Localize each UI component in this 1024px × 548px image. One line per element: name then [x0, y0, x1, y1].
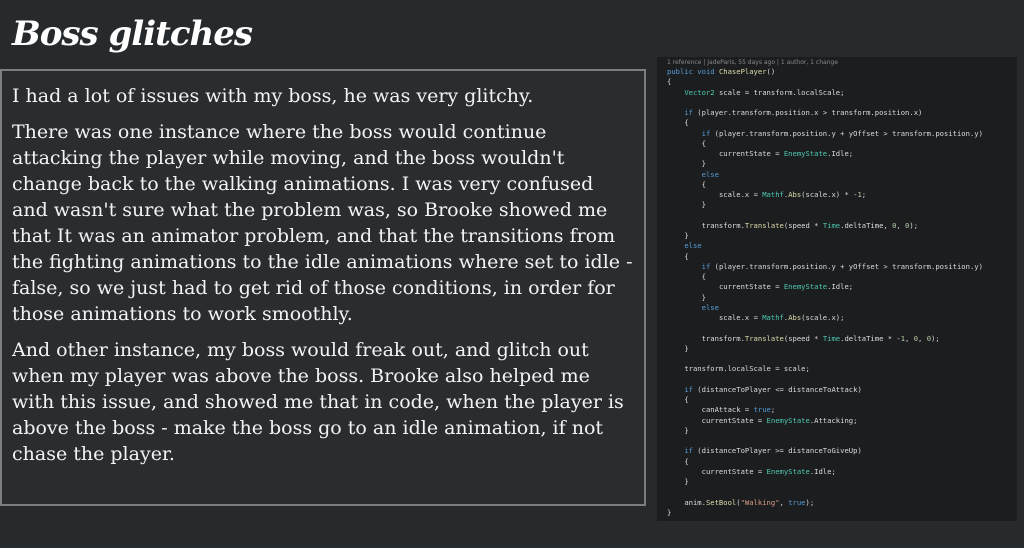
code-line: currentState = EnemyState.Idle;	[718, 149, 854, 158]
code-line: canAttack = true;	[701, 405, 776, 415]
code-line: scale.x = Mathf.Abs(scale.x) * -1;	[718, 190, 867, 199]
code-line: {	[684, 395, 689, 404]
code-screenshot: 1 reference | JadeParis, 55 days ago | 1…	[657, 57, 1017, 521]
code-line: {	[701, 138, 706, 148]
code-line: {	[701, 272, 706, 281]
code-lens-meta: 1 reference | JadeParis, 55 days ago | 1…	[667, 59, 838, 66]
code-line: {	[684, 456, 689, 466]
code-line: public void ChasePlayer()	[667, 67, 776, 76]
code-line: if (distanceToPlayer >= distanceToGiveUp…	[684, 446, 862, 456]
code-line: }	[701, 292, 706, 302]
code-line: }	[701, 159, 706, 169]
code-line: }	[684, 477, 689, 486]
code-line: anim.SetBool("Walking", true);	[684, 497, 815, 507]
code-line: currentState = EnemyState.Attacking;	[701, 415, 858, 425]
code-line: }	[701, 200, 706, 210]
code-line: {	[701, 179, 706, 189]
code-line: }	[684, 343, 689, 353]
code-line: if (player.transform.position.y + yOffse…	[701, 261, 983, 271]
paragraph-above-boss-issue: And other instance, my boss would freak …	[12, 339, 624, 465]
paragraph-animator-issue: There was one instance where the boss wo…	[12, 121, 633, 325]
code-line: currentState = EnemyState.Idle;	[701, 466, 836, 476]
code-line: transform.localScale = scale;	[684, 364, 810, 374]
code-line: if (distanceToPlayer <= distanceToAttack…	[684, 384, 862, 394]
code-line: if (player.transform.position.x > transf…	[684, 108, 923, 117]
code-line: else	[701, 169, 719, 179]
code-line: {	[684, 251, 689, 261]
code-lines: public void ChasePlayer(){ Vector2 scale…	[667, 67, 1017, 518]
code-line: else	[684, 241, 702, 251]
code-line: }	[684, 231, 689, 240]
paragraph-intro: I had a lot of issues with my boss, he w…	[12, 85, 534, 107]
code-line: Vector2 scale = transform.localScale;	[684, 87, 845, 97]
code-line: }	[667, 507, 672, 517]
code-line: if (player.transform.position.y + yOffse…	[701, 128, 983, 138]
code-line: transform.Translate(speed * Time.deltaTi…	[701, 220, 919, 230]
code-line: transform.Translate(speed * Time.deltaTi…	[701, 333, 940, 343]
code-line: scale.x = Mathf.Abs(scale.x);	[718, 313, 845, 322]
code-line: }	[684, 425, 689, 435]
slide: Boss glitches I had a lot of issues with…	[0, 0, 1024, 548]
text-box: I had a lot of issues with my boss, he w…	[0, 69, 646, 506]
code-line: {	[667, 77, 672, 87]
code-line: else	[701, 302, 719, 312]
slide-title: Boss glitches	[12, 14, 253, 54]
code-line: currentState = EnemyState.Idle;	[718, 282, 854, 292]
code-line: {	[684, 118, 689, 128]
